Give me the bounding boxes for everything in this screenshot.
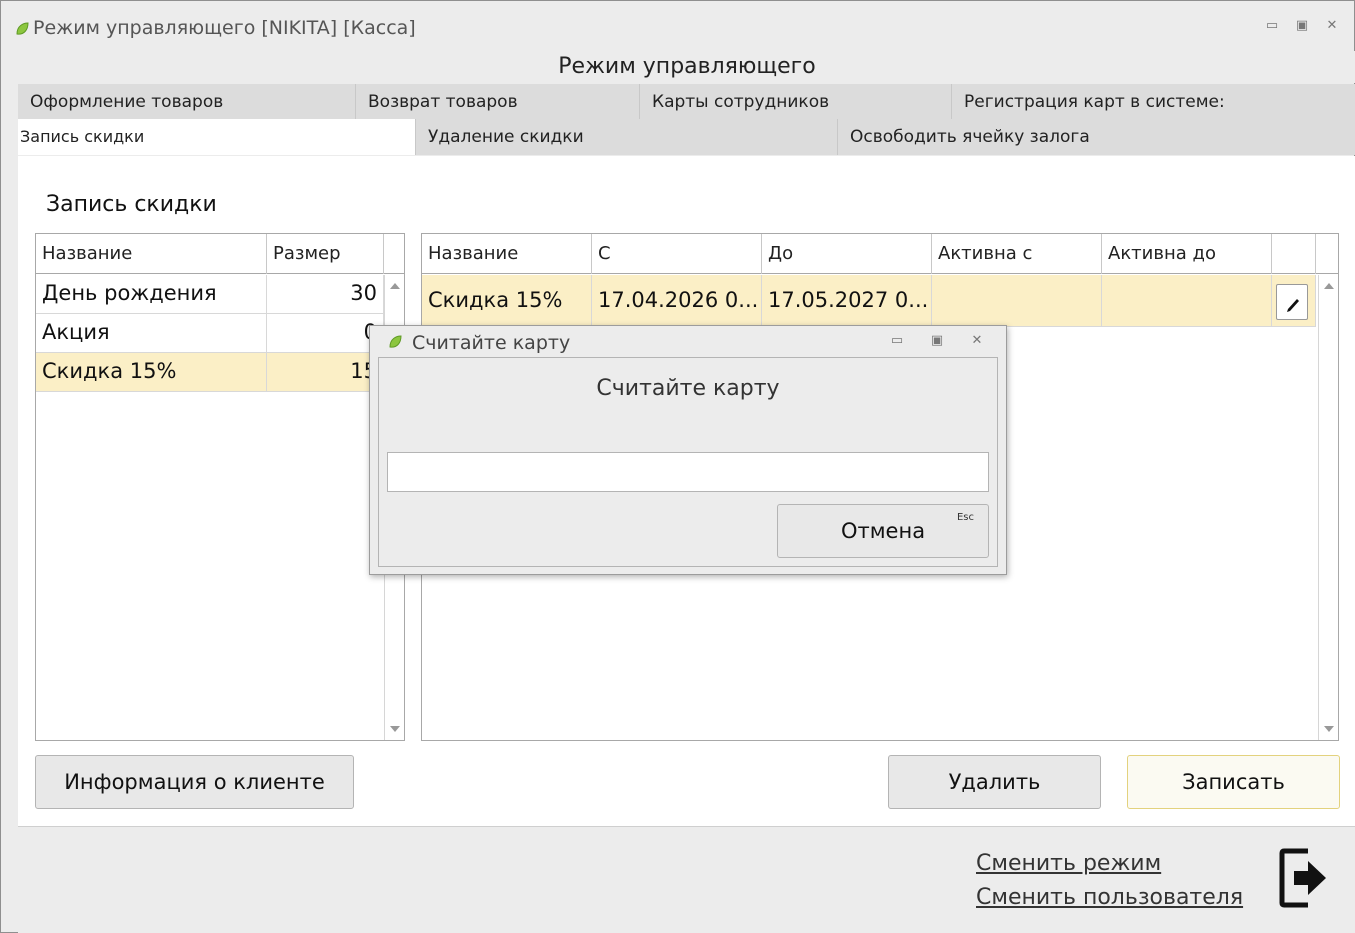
section-title: Запись скидки xyxy=(46,192,217,217)
delete-button[interactable]: Удалить xyxy=(888,755,1101,809)
tab-free-deposit-cell[interactable]: Освободить ячейку залога xyxy=(838,119,1355,155)
cell-edit xyxy=(1272,275,1316,327)
scroll-up-icon[interactable] xyxy=(390,283,400,289)
leaf-icon xyxy=(389,335,402,348)
edit-button[interactable] xyxy=(1276,284,1308,320)
table-header: Название Размер xyxy=(36,234,404,274)
column-header-active-from[interactable]: Активна с xyxy=(932,234,1102,274)
pencil-icon xyxy=(1287,299,1299,312)
window-title: Режим управляющего [NIKITA] [Касса] xyxy=(33,17,416,39)
column-header-edit xyxy=(1272,234,1316,274)
close-icon[interactable]: ✕ xyxy=(968,332,986,350)
minimize-icon[interactable]: ▭ xyxy=(888,332,906,350)
table-row-selected[interactable]: Скидка 15% 15 xyxy=(36,353,384,392)
title-bar: Режим управляющего [NIKITA] [Касса] ▭ ▣ … xyxy=(1,1,1354,43)
column-header-name[interactable]: Название xyxy=(422,234,592,274)
column-header-active-to[interactable]: Активна до xyxy=(1102,234,1272,274)
cancel-button-label: Отмена xyxy=(840,519,926,543)
discounts-table: Название Размер День рождения 30 Акция 0… xyxy=(35,233,405,741)
cell-from: 17.04.2026 0... xyxy=(592,275,762,327)
close-icon[interactable]: ✕ xyxy=(1323,17,1341,35)
table-header: Название С До Активна с Активна до xyxy=(422,234,1338,274)
change-user-link[interactable]: Сменить пользователя xyxy=(976,885,1243,910)
exit-icon[interactable] xyxy=(1278,847,1330,909)
vertical-scrollbar[interactable] xyxy=(1318,275,1338,740)
leaf-icon xyxy=(16,22,29,35)
column-header-spacer xyxy=(1316,234,1338,274)
card-number-input[interactable] xyxy=(387,452,989,492)
tab-bar-sub: Запись скидки Удаление скидки Освободить… xyxy=(18,119,1355,155)
cell-size: 15 xyxy=(267,353,384,391)
table-row[interactable]: Акция 0 xyxy=(36,314,384,353)
tab-employee-cards[interactable]: Карты сотрудников xyxy=(640,84,952,120)
maximize-icon[interactable]: ▣ xyxy=(928,332,946,350)
tab-checkout[interactable]: Оформление товаров xyxy=(18,84,356,120)
table-row[interactable]: День рождения 30 xyxy=(36,275,384,314)
hotkey-badge: Esc xyxy=(956,512,974,523)
maximize-icon[interactable]: ▣ xyxy=(1293,17,1311,35)
change-mode-link[interactable]: Сменить режим xyxy=(976,851,1161,876)
minimize-icon[interactable]: ▭ xyxy=(1263,17,1281,35)
cell-active-to xyxy=(1102,275,1272,327)
cell-size: 0 xyxy=(267,314,384,352)
client-info-button[interactable]: Информация о клиенте xyxy=(35,755,354,809)
scroll-down-icon[interactable] xyxy=(1324,726,1334,732)
cell-name: Скидка 15% xyxy=(422,275,592,327)
dialog-title: Считайте карту xyxy=(412,332,571,354)
footer: Сменить режим Сменить пользователя xyxy=(18,826,1355,933)
read-card-dialog: Считайте карту ▭ ▣ ✕ Считайте карту Отме… xyxy=(369,325,1007,575)
page-title: Режим управляющего xyxy=(18,51,1355,83)
cancel-button[interactable]: Отмена Esc xyxy=(777,504,989,558)
cell-active-from xyxy=(932,275,1102,327)
cell-name: Скидка 15% xyxy=(36,353,267,391)
cell-name: День рождения xyxy=(36,275,267,313)
column-header-from[interactable]: С xyxy=(592,234,762,274)
dialog-body: Считайте карту Отмена Esc xyxy=(378,357,998,567)
column-header-to[interactable]: До xyxy=(762,234,932,274)
main-window: Режим управляющего [NIKITA] [Касса] ▭ ▣ … xyxy=(0,0,1355,933)
scroll-up-icon[interactable] xyxy=(1324,283,1334,289)
table-row-selected[interactable]: Скидка 15% 17.04.2026 0... 17.05.2027 0.… xyxy=(422,275,1316,327)
column-header-name[interactable]: Название xyxy=(36,234,267,274)
tab-returns[interactable]: Возврат товаров xyxy=(356,84,640,120)
tab-card-registration[interactable]: Регистрация карт в системе: xyxy=(952,84,1355,120)
tab-delete-discount[interactable]: Удаление скидки xyxy=(416,119,838,155)
cell-to: 17.05.2027 0... xyxy=(762,275,932,327)
tab-write-discount[interactable]: Запись скидки xyxy=(18,119,416,155)
column-header-spacer xyxy=(384,234,404,274)
cell-size: 30 xyxy=(267,275,384,313)
save-button[interactable]: Записать xyxy=(1127,755,1340,809)
tab-bar-main: Оформление товаров Возврат товаров Карты… xyxy=(18,84,1355,120)
scroll-down-icon[interactable] xyxy=(390,726,400,732)
dialog-heading: Считайте карту xyxy=(596,376,780,401)
column-header-size[interactable]: Размер xyxy=(267,234,384,274)
cell-name: Акция xyxy=(36,314,267,352)
